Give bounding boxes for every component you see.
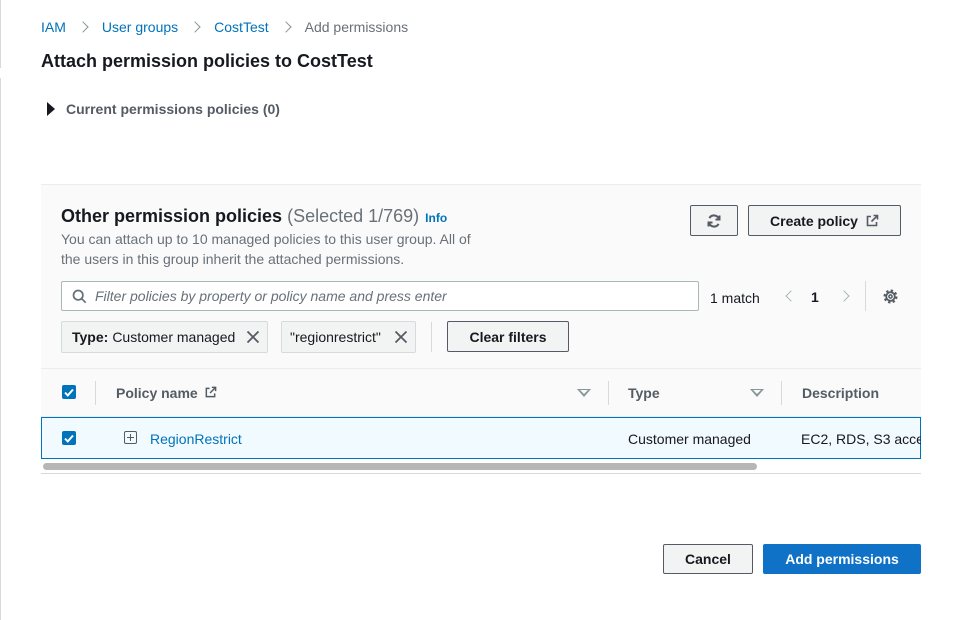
- filter-chip-key: Type:: [72, 329, 109, 345]
- horizontal-scrollbar[interactable]: [41, 461, 921, 472]
- create-policy-button[interactable]: Create policy: [748, 205, 901, 236]
- add-permissions-button[interactable]: Add permissions: [763, 544, 921, 574]
- policy-description: EC2, RDS, S3 access restricted by region: [801, 431, 921, 447]
- match-count: 1 match: [710, 290, 760, 306]
- column-header-description[interactable]: Description: [802, 385, 879, 401]
- current-policies-label: Current permissions policies (0): [66, 101, 280, 117]
- breadcrumb-user-groups[interactable]: User groups: [102, 19, 178, 35]
- refresh-icon: [707, 213, 721, 228]
- breadcrumb-iam[interactable]: IAM: [41, 19, 66, 35]
- table-header: Policy name Type Description: [41, 368, 921, 417]
- external-link-icon: [205, 386, 216, 398]
- filter-chip-text: "regionrestrict": [281, 321, 416, 353]
- next-page-icon[interactable]: [838, 290, 850, 302]
- checkmark-icon: [64, 388, 74, 397]
- caret-right-icon: [47, 102, 55, 116]
- panel-title: Other permission policies (Selected 1/76…: [61, 206, 447, 227]
- breadcrumb: IAM User groups CostTest Add permissions: [41, 18, 408, 36]
- chevron-right-icon: [189, 21, 201, 33]
- column-header-policy-name[interactable]: Policy name: [116, 385, 217, 401]
- scrollbar-thumb[interactable]: [43, 463, 757, 470]
- column-header-type[interactable]: Type: [628, 385, 660, 401]
- policy-search: [61, 281, 699, 311]
- column-separator: [608, 381, 609, 405]
- breadcrumb-costtest[interactable]: CostTest: [214, 19, 268, 35]
- policy-name-link[interactable]: RegionRestrict: [150, 431, 242, 447]
- filter-chip-value: "regionrestrict": [290, 329, 381, 345]
- create-policy-label: Create policy: [770, 212, 858, 229]
- dismiss-filter-icon[interactable]: [246, 330, 260, 347]
- panel-header: Other permission policies (Selected 1/76…: [41, 185, 921, 368]
- sort-caret-down-icon[interactable]: [577, 389, 591, 397]
- current-page[interactable]: 1: [811, 289, 819, 305]
- policy-type: Customer managed: [628, 431, 751, 447]
- expand-row-plus-icon[interactable]: [124, 431, 137, 444]
- current-policies-expander[interactable]: Current permissions policies (0): [47, 101, 280, 117]
- column-separator: [95, 381, 96, 405]
- previous-page-icon[interactable]: [785, 290, 797, 302]
- column-header-policy-name-label: Policy name: [116, 385, 198, 401]
- page-title: Attach permission policies to CostTest: [41, 51, 373, 71]
- column-separator: [781, 381, 782, 405]
- refresh-button[interactable]: [690, 205, 738, 236]
- sort-caret-down-icon[interactable]: [750, 389, 764, 397]
- panel-title-text: Other permission policies: [61, 206, 283, 226]
- cancel-button[interactable]: Cancel: [663, 544, 753, 574]
- filter-divider: [431, 322, 432, 352]
- panel-description: You can attach up to 10 managed policies…: [61, 231, 471, 267]
- search-input[interactable]: [95, 288, 675, 304]
- clear-filters-button[interactable]: Clear filters: [447, 321, 569, 352]
- other-policies-panel: Other permission policies (Selected 1/76…: [41, 184, 921, 474]
- page-left-border: [0, 0, 1, 620]
- select-all-checkbox[interactable]: [62, 385, 76, 399]
- chevron-right-icon: [77, 21, 89, 33]
- filter-chip-type: Type: Customer managed: [61, 321, 268, 353]
- checkmark-icon: [64, 434, 74, 443]
- info-link[interactable]: Info: [425, 211, 447, 225]
- row-checkbox[interactable]: [62, 431, 76, 445]
- table-row[interactable]: RegionRestrict Customer managed EC2, RDS…: [41, 417, 921, 459]
- pagination-divider: [865, 281, 866, 311]
- selected-count: (Selected 1/769): [287, 206, 420, 226]
- external-link-icon: [866, 214, 879, 226]
- filter-chip-value: Customer managed: [112, 329, 236, 345]
- settings-gear-icon[interactable]: [882, 288, 899, 310]
- search-icon: [72, 289, 87, 303]
- dismiss-filter-icon[interactable]: [394, 330, 408, 347]
- chevron-right-icon: [279, 21, 292, 33]
- breadcrumb-current: Add permissions: [304, 19, 409, 35]
- page-left-border-gap: [0, 68, 1, 78]
